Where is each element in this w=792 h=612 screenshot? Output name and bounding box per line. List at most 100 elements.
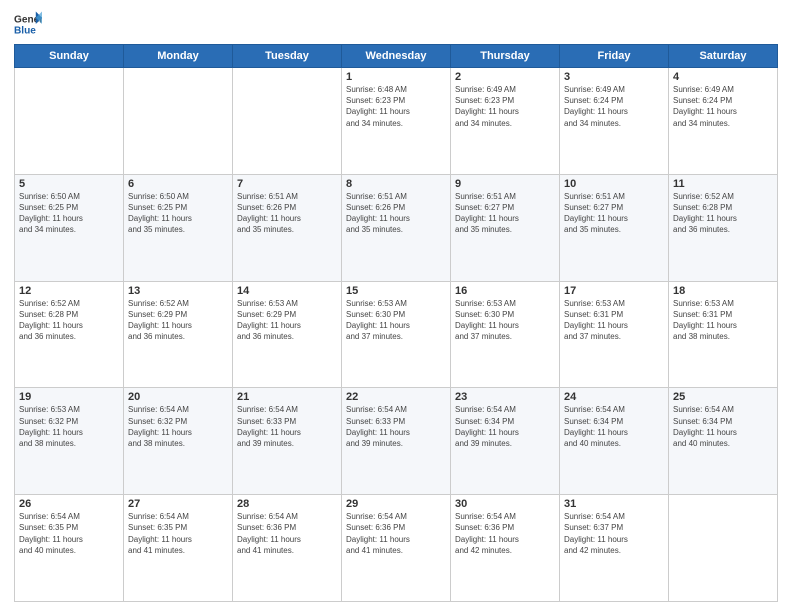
day-number: 5 [19,178,119,190]
calendar-cell: 20Sunrise: 6:54 AM Sunset: 6:32 PM Dayli… [124,388,233,495]
day-number: 1 [346,71,446,83]
day-number: 11 [673,178,773,190]
day-info: Sunrise: 6:53 AM Sunset: 6:32 PM Dayligh… [19,404,119,449]
day-number: 20 [128,391,228,403]
day-info: Sunrise: 6:53 AM Sunset: 6:29 PM Dayligh… [237,298,337,343]
day-info: Sunrise: 6:54 AM Sunset: 6:36 PM Dayligh… [455,511,555,556]
day-info: Sunrise: 6:49 AM Sunset: 6:24 PM Dayligh… [564,84,664,129]
calendar-cell: 3Sunrise: 6:49 AM Sunset: 6:24 PM Daylig… [560,68,669,175]
day-number: 24 [564,391,664,403]
day-info: Sunrise: 6:52 AM Sunset: 6:28 PM Dayligh… [19,298,119,343]
day-info: Sunrise: 6:54 AM Sunset: 6:34 PM Dayligh… [455,404,555,449]
calendar-cell: 30Sunrise: 6:54 AM Sunset: 6:36 PM Dayli… [451,495,560,602]
calendar-cell: 6Sunrise: 6:50 AM Sunset: 6:25 PM Daylig… [124,174,233,281]
day-info: Sunrise: 6:53 AM Sunset: 6:31 PM Dayligh… [564,298,664,343]
day-number: 7 [237,178,337,190]
weekday-header-tuesday: Tuesday [233,45,342,68]
day-info: Sunrise: 6:51 AM Sunset: 6:26 PM Dayligh… [237,191,337,236]
calendar-cell: 17Sunrise: 6:53 AM Sunset: 6:31 PM Dayli… [560,281,669,388]
day-info: Sunrise: 6:48 AM Sunset: 6:23 PM Dayligh… [346,84,446,129]
day-number: 14 [237,285,337,297]
calendar-cell: 11Sunrise: 6:52 AM Sunset: 6:28 PM Dayli… [669,174,778,281]
day-info: Sunrise: 6:54 AM Sunset: 6:34 PM Dayligh… [564,404,664,449]
calendar-cell: 18Sunrise: 6:53 AM Sunset: 6:31 PM Dayli… [669,281,778,388]
day-info: Sunrise: 6:52 AM Sunset: 6:29 PM Dayligh… [128,298,228,343]
calendar-cell: 5Sunrise: 6:50 AM Sunset: 6:25 PM Daylig… [15,174,124,281]
weekday-header-sunday: Sunday [15,45,124,68]
day-number: 19 [19,391,119,403]
day-number: 23 [455,391,555,403]
week-row-3: 12Sunrise: 6:52 AM Sunset: 6:28 PM Dayli… [15,281,778,388]
day-number: 28 [237,498,337,510]
day-number: 8 [346,178,446,190]
day-info: Sunrise: 6:51 AM Sunset: 6:27 PM Dayligh… [564,191,664,236]
weekday-header-row: SundayMondayTuesdayWednesdayThursdayFrid… [15,45,778,68]
calendar-cell: 19Sunrise: 6:53 AM Sunset: 6:32 PM Dayli… [15,388,124,495]
day-info: Sunrise: 6:54 AM Sunset: 6:34 PM Dayligh… [673,404,773,449]
day-info: Sunrise: 6:54 AM Sunset: 6:33 PM Dayligh… [346,404,446,449]
calendar-cell [669,495,778,602]
day-number: 15 [346,285,446,297]
day-info: Sunrise: 6:54 AM Sunset: 6:35 PM Dayligh… [19,511,119,556]
day-number: 21 [237,391,337,403]
calendar-cell: 15Sunrise: 6:53 AM Sunset: 6:30 PM Dayli… [342,281,451,388]
day-info: Sunrise: 6:53 AM Sunset: 6:31 PM Dayligh… [673,298,773,343]
day-info: Sunrise: 6:53 AM Sunset: 6:30 PM Dayligh… [455,298,555,343]
calendar-cell: 21Sunrise: 6:54 AM Sunset: 6:33 PM Dayli… [233,388,342,495]
calendar-cell: 28Sunrise: 6:54 AM Sunset: 6:36 PM Dayli… [233,495,342,602]
day-number: 26 [19,498,119,510]
day-number: 29 [346,498,446,510]
day-number: 30 [455,498,555,510]
calendar-cell: 8Sunrise: 6:51 AM Sunset: 6:26 PM Daylig… [342,174,451,281]
day-number: 31 [564,498,664,510]
calendar-cell [15,68,124,175]
svg-text:Blue: Blue [14,25,36,36]
day-info: Sunrise: 6:54 AM Sunset: 6:36 PM Dayligh… [237,511,337,556]
day-info: Sunrise: 6:54 AM Sunset: 6:35 PM Dayligh… [128,511,228,556]
week-row-1: 1Sunrise: 6:48 AM Sunset: 6:23 PM Daylig… [15,68,778,175]
calendar-cell: 22Sunrise: 6:54 AM Sunset: 6:33 PM Dayli… [342,388,451,495]
calendar-cell: 1Sunrise: 6:48 AM Sunset: 6:23 PM Daylig… [342,68,451,175]
day-info: Sunrise: 6:53 AM Sunset: 6:30 PM Dayligh… [346,298,446,343]
weekday-header-wednesday: Wednesday [342,45,451,68]
day-number: 16 [455,285,555,297]
day-number: 25 [673,391,773,403]
calendar-cell: 13Sunrise: 6:52 AM Sunset: 6:29 PM Dayli… [124,281,233,388]
calendar-cell: 14Sunrise: 6:53 AM Sunset: 6:29 PM Dayli… [233,281,342,388]
day-info: Sunrise: 6:49 AM Sunset: 6:23 PM Dayligh… [455,84,555,129]
calendar-cell: 4Sunrise: 6:49 AM Sunset: 6:24 PM Daylig… [669,68,778,175]
day-info: Sunrise: 6:52 AM Sunset: 6:28 PM Dayligh… [673,191,773,236]
day-info: Sunrise: 6:51 AM Sunset: 6:26 PM Dayligh… [346,191,446,236]
day-number: 10 [564,178,664,190]
calendar-cell: 10Sunrise: 6:51 AM Sunset: 6:27 PM Dayli… [560,174,669,281]
day-info: Sunrise: 6:54 AM Sunset: 6:32 PM Dayligh… [128,404,228,449]
day-number: 9 [455,178,555,190]
logo-icon: General Blue [14,10,42,38]
day-info: Sunrise: 6:54 AM Sunset: 6:36 PM Dayligh… [346,511,446,556]
week-row-5: 26Sunrise: 6:54 AM Sunset: 6:35 PM Dayli… [15,495,778,602]
week-row-4: 19Sunrise: 6:53 AM Sunset: 6:32 PM Dayli… [15,388,778,495]
day-number: 13 [128,285,228,297]
day-info: Sunrise: 6:54 AM Sunset: 6:33 PM Dayligh… [237,404,337,449]
weekday-header-thursday: Thursday [451,45,560,68]
day-number: 3 [564,71,664,83]
calendar-cell: 16Sunrise: 6:53 AM Sunset: 6:30 PM Dayli… [451,281,560,388]
calendar-cell: 2Sunrise: 6:49 AM Sunset: 6:23 PM Daylig… [451,68,560,175]
calendar-cell: 24Sunrise: 6:54 AM Sunset: 6:34 PM Dayli… [560,388,669,495]
weekday-header-friday: Friday [560,45,669,68]
header: General Blue [14,10,778,38]
calendar-cell [233,68,342,175]
weekday-header-monday: Monday [124,45,233,68]
page: General Blue SundayMondayTuesdayWednesda… [0,0,792,612]
day-number: 2 [455,71,555,83]
logo: General Blue [14,10,42,38]
day-number: 4 [673,71,773,83]
calendar-cell: 23Sunrise: 6:54 AM Sunset: 6:34 PM Dayli… [451,388,560,495]
day-number: 22 [346,391,446,403]
day-info: Sunrise: 6:50 AM Sunset: 6:25 PM Dayligh… [128,191,228,236]
calendar-cell [124,68,233,175]
calendar-cell: 26Sunrise: 6:54 AM Sunset: 6:35 PM Dayli… [15,495,124,602]
calendar-cell: 31Sunrise: 6:54 AM Sunset: 6:37 PM Dayli… [560,495,669,602]
calendar-table: SundayMondayTuesdayWednesdayThursdayFrid… [14,44,778,602]
day-info: Sunrise: 6:54 AM Sunset: 6:37 PM Dayligh… [564,511,664,556]
